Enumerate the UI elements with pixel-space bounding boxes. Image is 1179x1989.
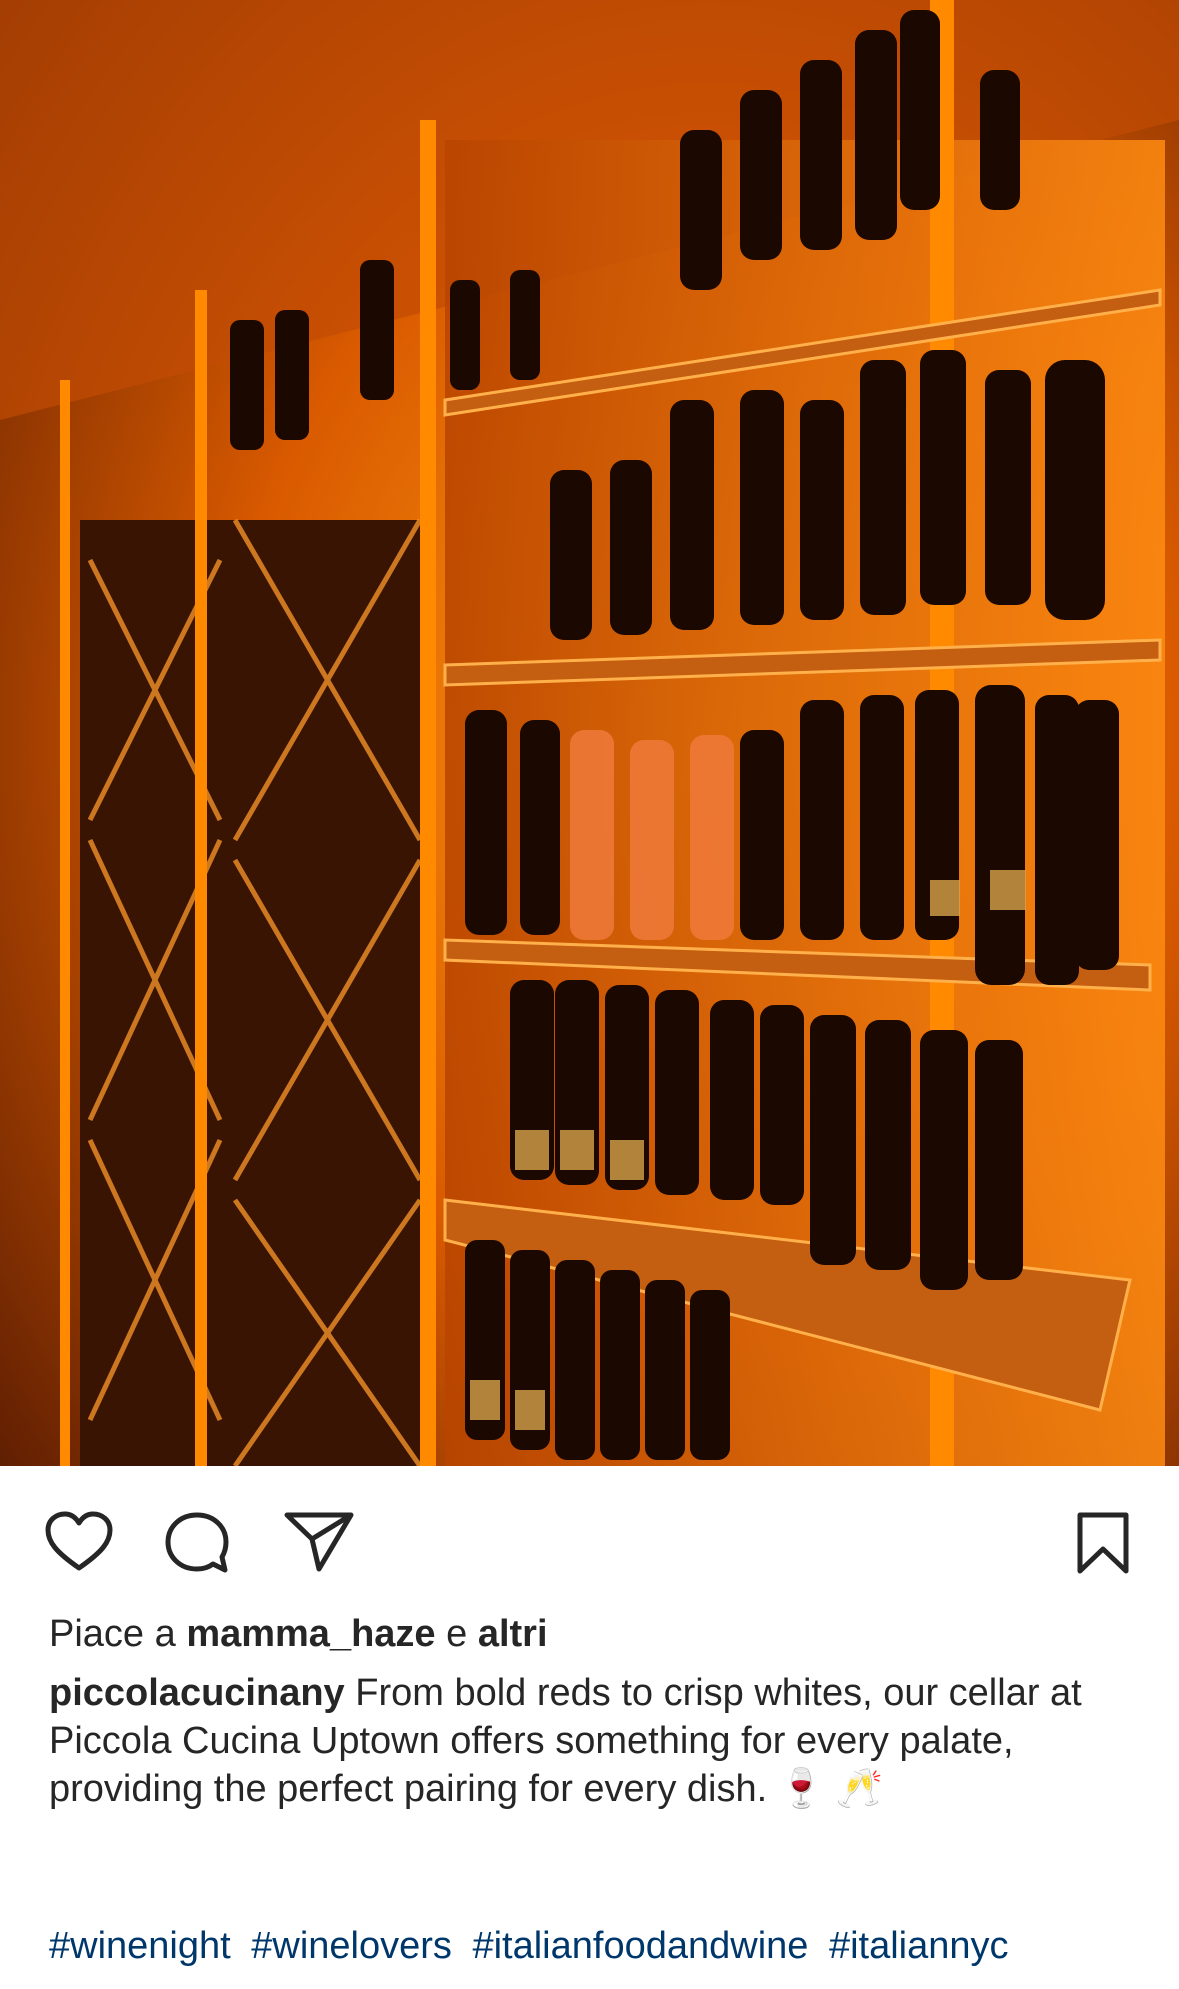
speech-bubble-icon (165, 1512, 229, 1573)
share-button[interactable] (283, 1510, 355, 1574)
comment-button[interactable] (163, 1510, 231, 1576)
save-button[interactable] (1075, 1510, 1131, 1576)
heart-outline-icon (45, 1511, 113, 1571)
like-button[interactable] (44, 1510, 114, 1574)
hashtag-list: #winenight #winelovers #italianfoodandwi… (49, 1922, 1179, 1970)
hashtag-link[interactable]: #italianfoodandwine (472, 1925, 808, 1967)
liker-username[interactable]: mamma_haze (186, 1613, 435, 1655)
caption-emojis: 🍷 🥂 (777, 1768, 883, 1810)
hashtag-link[interactable]: #italiannyc (829, 1925, 1009, 1967)
likes-prefix: Piace a (49, 1613, 176, 1655)
likes-others-link[interactable]: altri (478, 1613, 548, 1655)
hashtag-link[interactable]: #winenight (49, 1925, 231, 1967)
post-caption: piccolacucinany From bold reds to crisp … (49, 1669, 1139, 1813)
bookmark-outline-icon (1077, 1512, 1129, 1574)
hashtag-link[interactable]: #winelovers (251, 1925, 452, 1967)
likes-summary[interactable]: Piace a mamma_haze e altri (49, 1610, 1149, 1658)
likes-connector: e (446, 1613, 468, 1655)
paper-plane-icon (284, 1512, 354, 1572)
caption-username[interactable]: piccolacucinany (49, 1672, 345, 1714)
post-image[interactable] (0, 0, 1179, 1466)
